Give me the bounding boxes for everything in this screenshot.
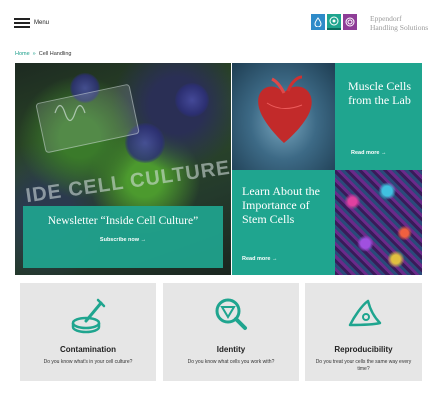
hamburger-icon: [14, 18, 30, 28]
contamination-card[interactable]: Contamination Do you know what's in your…: [20, 283, 156, 381]
newsletter-panel: Newsletter “Inside Cell Culture” Subscri…: [23, 206, 223, 268]
menu-label: Menu: [34, 20, 50, 26]
stem-cells-title: Learn About the Importance of Stem Cells: [242, 184, 320, 226]
brand-logo[interactable]: [311, 14, 357, 30]
breadcrumb: Home » Cell Handling: [15, 51, 71, 57]
newsletter-tile[interactable]: IDE CELL CULTURE Newsletter “Inside Cell…: [15, 63, 231, 275]
muscle-cells-tile[interactable]: Muscle Cells from the Lab Read more →: [335, 63, 422, 170]
stem-cells-tile[interactable]: Learn About the Importance of Stem Cells…: [232, 170, 335, 275]
breadcrumb-current: Cell Handling: [38, 51, 72, 57]
cell-image: [175, 83, 209, 117]
microscope-slide-graphic: [35, 84, 140, 153]
heart-image[interactable]: [232, 63, 335, 170]
site-header: Menu Eppendorf Handling Solutions: [0, 0, 436, 46]
reproducibility-card[interactable]: Reproducibility Do you treat your cells …: [305, 283, 422, 381]
cell-shape-icon: [348, 299, 381, 327]
menu-button[interactable]: Menu: [14, 18, 49, 28]
petri-dish-pipette-icon: [71, 298, 106, 334]
muscle-read-more-link[interactable]: Read more →: [351, 150, 386, 156]
cell-logo-icon: [327, 14, 341, 30]
glass-overlay-text: IDE CELL CULTURE: [24, 156, 231, 208]
breadcrumb-home[interactable]: Home: [15, 51, 30, 57]
subscribe-link[interactable]: Subscribe now →: [100, 237, 146, 243]
stem-read-more-link[interactable]: Read more →: [242, 256, 277, 262]
heart-icon: [258, 75, 312, 143]
brand-name: Eppendorf Handling Solutions: [370, 14, 429, 32]
card-description: Do you treat your cells the same way eve…: [315, 359, 412, 372]
newsletter-title: Newsletter “Inside Cell Culture”: [47, 215, 199, 227]
target-icon: [343, 14, 357, 30]
card-title: Identity: [216, 345, 246, 354]
drop-icon: [311, 14, 325, 30]
card-title: Reproducibility: [334, 345, 393, 354]
magnifier-cell-icon: [215, 298, 247, 330]
identity-card[interactable]: Identity Do you know what cells you work…: [163, 283, 299, 381]
card-description: Do you know what's in your cell culture?: [43, 359, 133, 365]
breadcrumb-separator: »: [32, 51, 36, 57]
card-title: Contamination: [60, 345, 116, 354]
muscle-cells-title: Muscle Cells from the Lab: [348, 79, 411, 107]
stem-cells-image[interactable]: [335, 170, 422, 275]
card-description: Do you know what cells you work with?: [187, 359, 275, 365]
